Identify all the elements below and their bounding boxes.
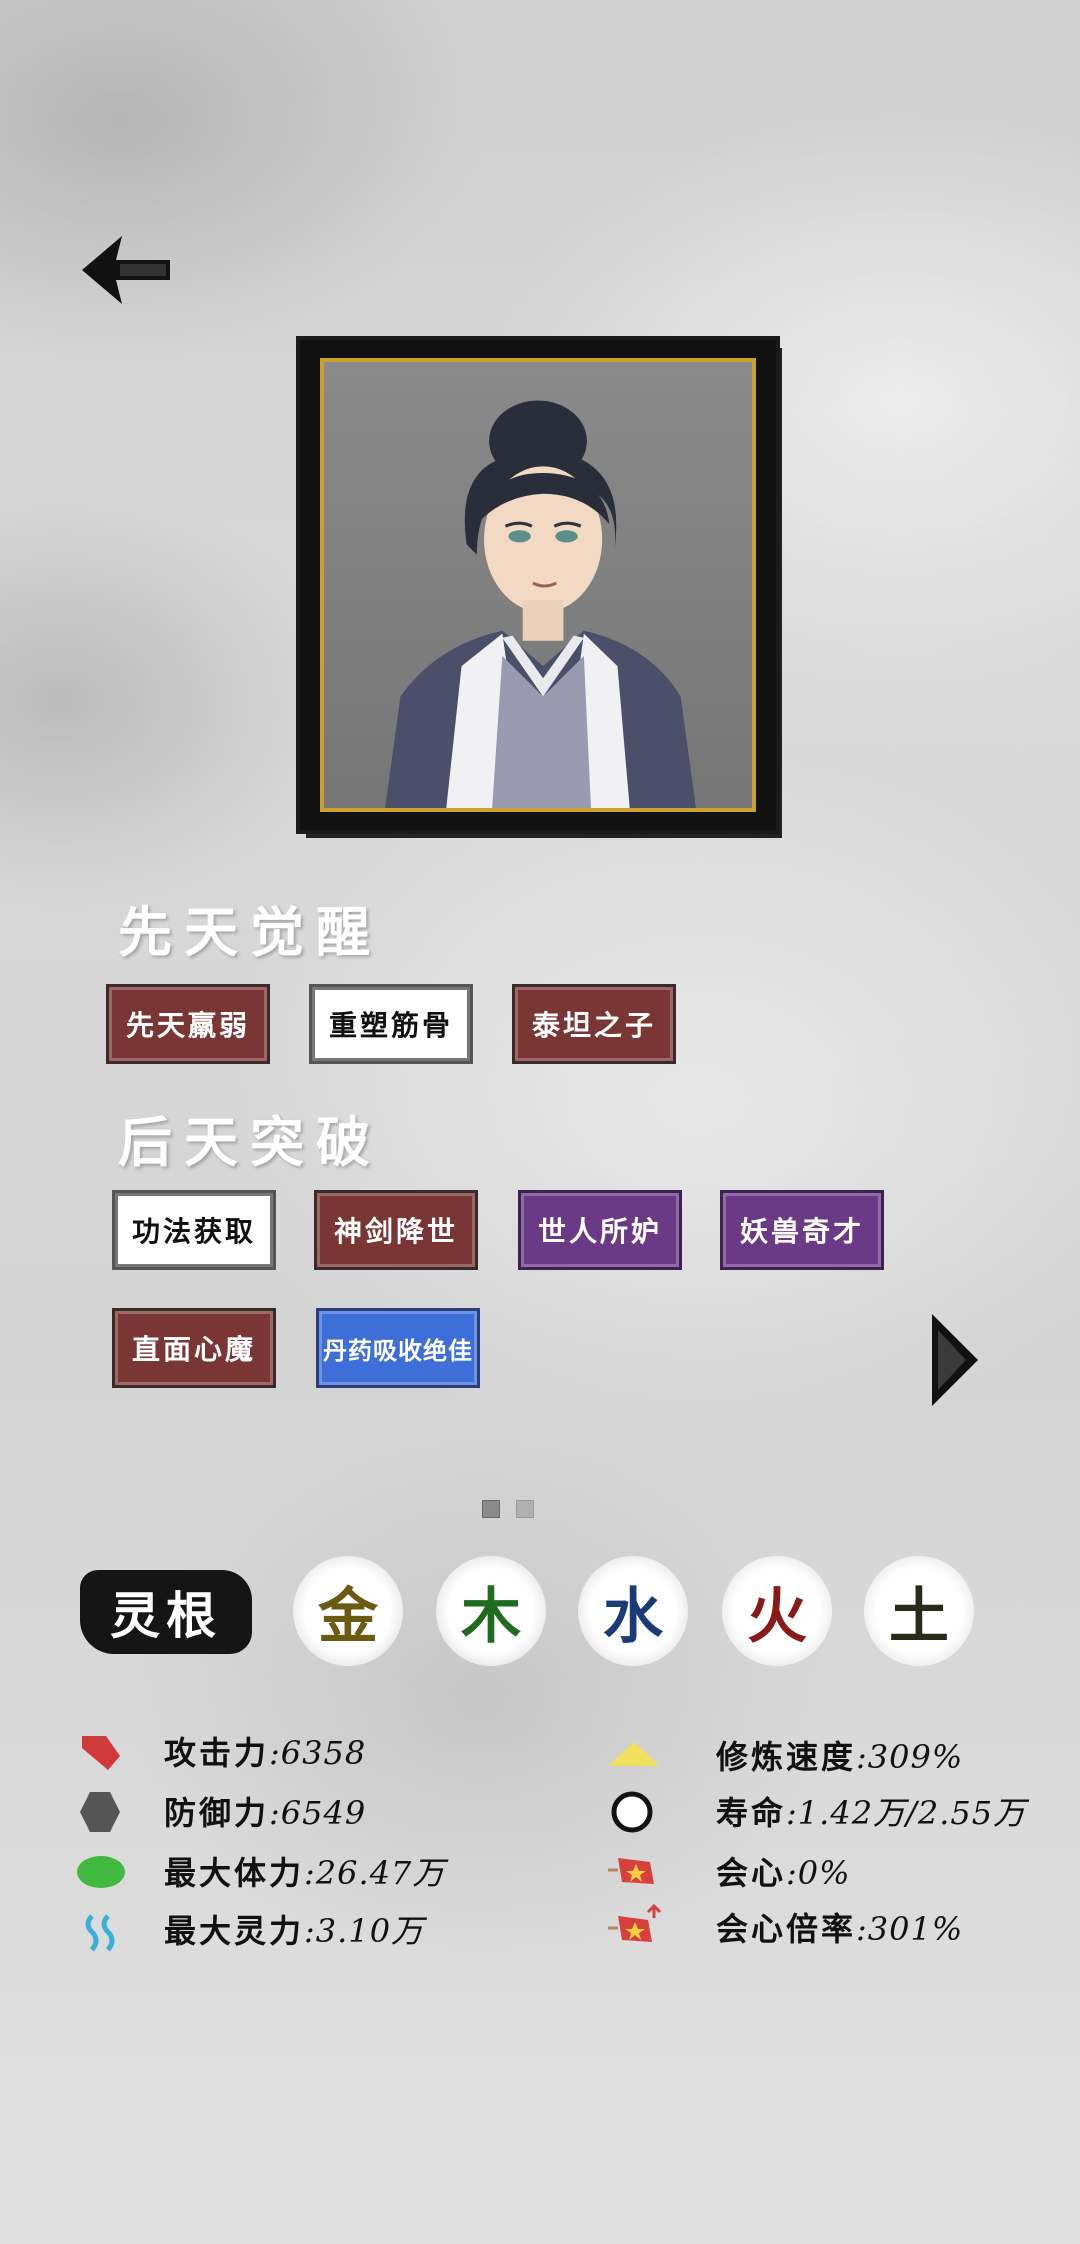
max-hp-stat: 最大体力:26.47万 <box>164 1848 445 1894</box>
page-indicator-dot[interactable] <box>482 1500 500 1518</box>
innate-tag[interactable]: 泰坦之子 <box>512 984 676 1064</box>
crit-stat: 会心:0% <box>716 1848 851 1894</box>
lifespan-label: 寿命 <box>716 1794 787 1832</box>
acquired-tag[interactable]: 世人所妒 <box>518 1190 682 1270</box>
defense-label: 防御力 <box>164 1794 270 1832</box>
acquired-tag[interactable]: 神剑降世 <box>314 1190 478 1270</box>
element-earth: 土 <box>864 1556 974 1666</box>
acquired-breakthrough-title: 后天突破 <box>118 1110 382 1174</box>
crit-multiplier-stat: 会心倍率:301% <box>716 1904 963 1950</box>
back-button[interactable] <box>78 230 178 310</box>
lifespan-value: :1.42万/2.55万 <box>786 1794 1027 1832</box>
element-wood: 木 <box>436 1556 546 1666</box>
lifespan-stat: 寿命:1.42万/2.55万 <box>716 1788 1026 1834</box>
attack-stat: 攻击力:6358 <box>164 1728 366 1774</box>
next-page-button[interactable] <box>930 1310 980 1410</box>
page-indicator-dot[interactable] <box>516 1500 534 1518</box>
defense-icon <box>80 1792 120 1832</box>
cultivation-speed-value: :309% <box>856 1738 964 1776</box>
back-arrow-icon <box>82 236 170 304</box>
attack-label: 攻击力 <box>164 1734 270 1772</box>
defense-stat: 防御力:6549 <box>164 1788 366 1834</box>
cultivation-speed-stat: 修炼速度:309% <box>716 1732 963 1778</box>
element-water: 水 <box>578 1556 688 1666</box>
max-spirit-label: 最大灵力 <box>164 1912 305 1950</box>
max-spirit-value: :3.10万 <box>304 1912 425 1950</box>
innate-tag[interactable]: 重塑筋骨 <box>309 984 473 1064</box>
max-hp-value: :26.47万 <box>304 1854 446 1892</box>
lifespan-icon <box>611 1791 653 1833</box>
crit-icon <box>608 1858 654 1884</box>
element-fire: 火 <box>722 1556 832 1666</box>
defense-value: :6549 <box>269 1794 367 1832</box>
acquired-tag[interactable]: 功法获取 <box>112 1190 276 1270</box>
health-icon <box>77 1856 125 1888</box>
attack-value: :6358 <box>269 1734 367 1772</box>
element-metal: 金 <box>293 1556 403 1666</box>
crit-multiplier-value: :301% <box>856 1910 964 1948</box>
spirit-root-label: 灵根 <box>80 1570 252 1654</box>
acquired-tag[interactable]: 丹药吸收绝佳 <box>316 1308 480 1388</box>
spirit-power-icon <box>85 1914 115 1952</box>
attack-icon <box>82 1736 120 1770</box>
acquired-tag[interactable]: 妖兽奇才 <box>720 1190 884 1270</box>
cultivation-speed-label: 修炼速度 <box>716 1738 857 1776</box>
crit-multiplier-icon <box>608 1904 662 1942</box>
max-hp-label: 最大体力 <box>164 1854 305 1892</box>
max-spirit-stat: 最大灵力:3.10万 <box>164 1906 424 1952</box>
character-portrait-frame <box>300 340 776 830</box>
cultivation-speed-icon <box>608 1742 660 1766</box>
next-page-icon <box>932 1314 978 1406</box>
innate-awakening-title: 先天觉醒 <box>118 900 382 964</box>
crit-multiplier-label: 会心倍率 <box>716 1910 857 1948</box>
crit-value: :0% <box>786 1854 851 1892</box>
crit-label: 会心 <box>716 1854 787 1892</box>
character-portrait <box>320 358 756 812</box>
acquired-tag[interactable]: 直面心魔 <box>112 1308 276 1388</box>
innate-tag[interactable]: 先天羸弱 <box>106 984 270 1064</box>
